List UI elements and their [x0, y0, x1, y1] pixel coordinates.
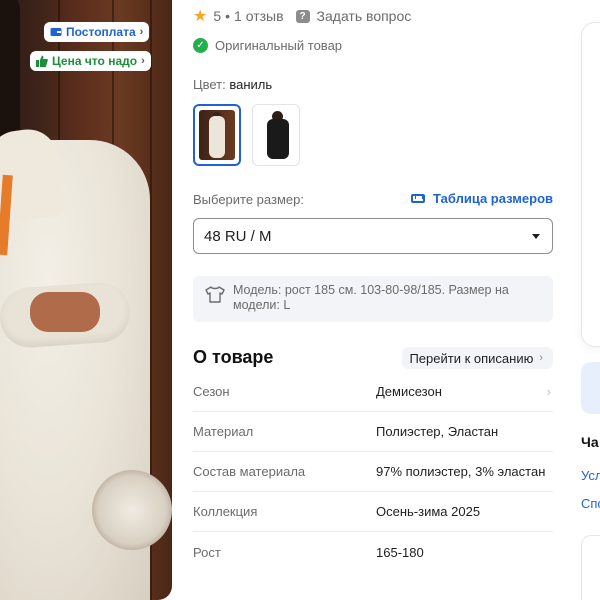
wallet-icon: [50, 28, 62, 36]
thumbnail-figure: [267, 119, 289, 159]
postpay-badge[interactable]: Постоплата ›: [44, 22, 150, 42]
purchase-card: [581, 22, 600, 347]
good-price-label: Цена что надо: [52, 54, 138, 68]
spec-key: Рост: [193, 544, 221, 560]
model-info-text: Модель: рост 185 см. 103-80-98/185. Разм…: [233, 283, 509, 312]
product-photo[interactable]: Постоплата › Цена что надо ›: [0, 0, 172, 600]
chevron-right-icon: ›: [539, 352, 543, 364]
color-label-text: Цвет:: [193, 77, 226, 92]
spec-key: Коллекция: [193, 504, 258, 519]
fur-accessory: [92, 470, 172, 550]
caret-down-icon: [532, 233, 540, 239]
spec-value: Полиэстер, Эластан: [376, 424, 499, 439]
size-select[interactable]: 48 RU / M: [193, 218, 553, 254]
check-icon: ✓: [193, 38, 208, 53]
side-link-methods[interactable]: Спо: [581, 496, 600, 511]
color-value: ваниль: [229, 77, 273, 92]
reviews-link[interactable]: 1 отзыв: [234, 8, 284, 24]
size-table-link[interactable]: Таблица размеров: [411, 191, 553, 206]
spec-value: 97% полиэстер, 3% эластан: [376, 464, 546, 479]
color-label: Цвет: ваниль: [193, 77, 272, 92]
spec-row: Рост 165-180: [193, 532, 553, 572]
original-product-badge: ✓ Оригинальный товар: [193, 38, 342, 53]
spec-key: Состав материала: [193, 464, 306, 479]
chevron-right-icon: ›: [141, 55, 145, 67]
spec-row: Коллекция Осень-зима 2025: [193, 492, 553, 532]
side-heading: Ча: [581, 434, 599, 450]
spec-key: Материал: [193, 424, 254, 439]
side-link-conditions[interactable]: Усл: [581, 468, 600, 483]
good-price-badge[interactable]: Цена что надо ›: [30, 51, 151, 71]
thumbnail-figure: [209, 116, 225, 158]
go-to-description-button[interactable]: Перейти к описанию ›: [402, 347, 553, 369]
chevron-right-icon: ›: [546, 384, 551, 399]
ask-question-link[interactable]: Задать вопрос: [317, 8, 412, 24]
postpay-label: Постоплата: [66, 25, 136, 39]
spec-row: Состав материала 97% полиэстер, 3% эласт…: [193, 452, 553, 492]
ruler-icon: [411, 194, 426, 203]
size-table-label: Таблица размеров: [433, 191, 553, 206]
rating-value: 5: [213, 8, 222, 24]
side-panel: [581, 535, 600, 600]
size-label: Выберите размер:: [193, 192, 304, 207]
spec-value: 165-180: [376, 544, 424, 560]
go-to-description-label: Перейти к описанию: [409, 350, 534, 366]
color-variant-black[interactable]: [252, 104, 300, 166]
question-icon: ?: [295, 9, 310, 23]
tshirt-icon: [205, 286, 225, 303]
thumbs-up-icon: [36, 55, 48, 67]
model-info-box: Модель: рост 185 см. 103-80-98/185. Разм…: [193, 276, 553, 322]
spec-key: Сезон: [193, 384, 230, 399]
info-banner[interactable]: [581, 362, 600, 414]
rating-separator: •: [225, 8, 231, 24]
rating-row: ★ 5 • 1 отзыв ? Задать вопрос: [193, 6, 411, 26]
size-select-value: 48 RU / M: [204, 227, 272, 245]
chevron-right-icon: ›: [139, 26, 144, 38]
spec-value: Осень-зима 2025: [376, 504, 481, 519]
original-label: Оригинальный товар: [215, 38, 343, 53]
spec-row: Материал Полиэстер, Эластан: [193, 412, 553, 452]
spec-value: Демисезон: [376, 384, 442, 399]
model-hand: [30, 292, 100, 332]
about-title: О товаре: [193, 347, 274, 367]
spec-row[interactable]: Сезон Демисезон ›: [193, 372, 553, 412]
color-variant-vanilla[interactable]: [193, 104, 241, 166]
star-icon: ★: [193, 8, 208, 25]
